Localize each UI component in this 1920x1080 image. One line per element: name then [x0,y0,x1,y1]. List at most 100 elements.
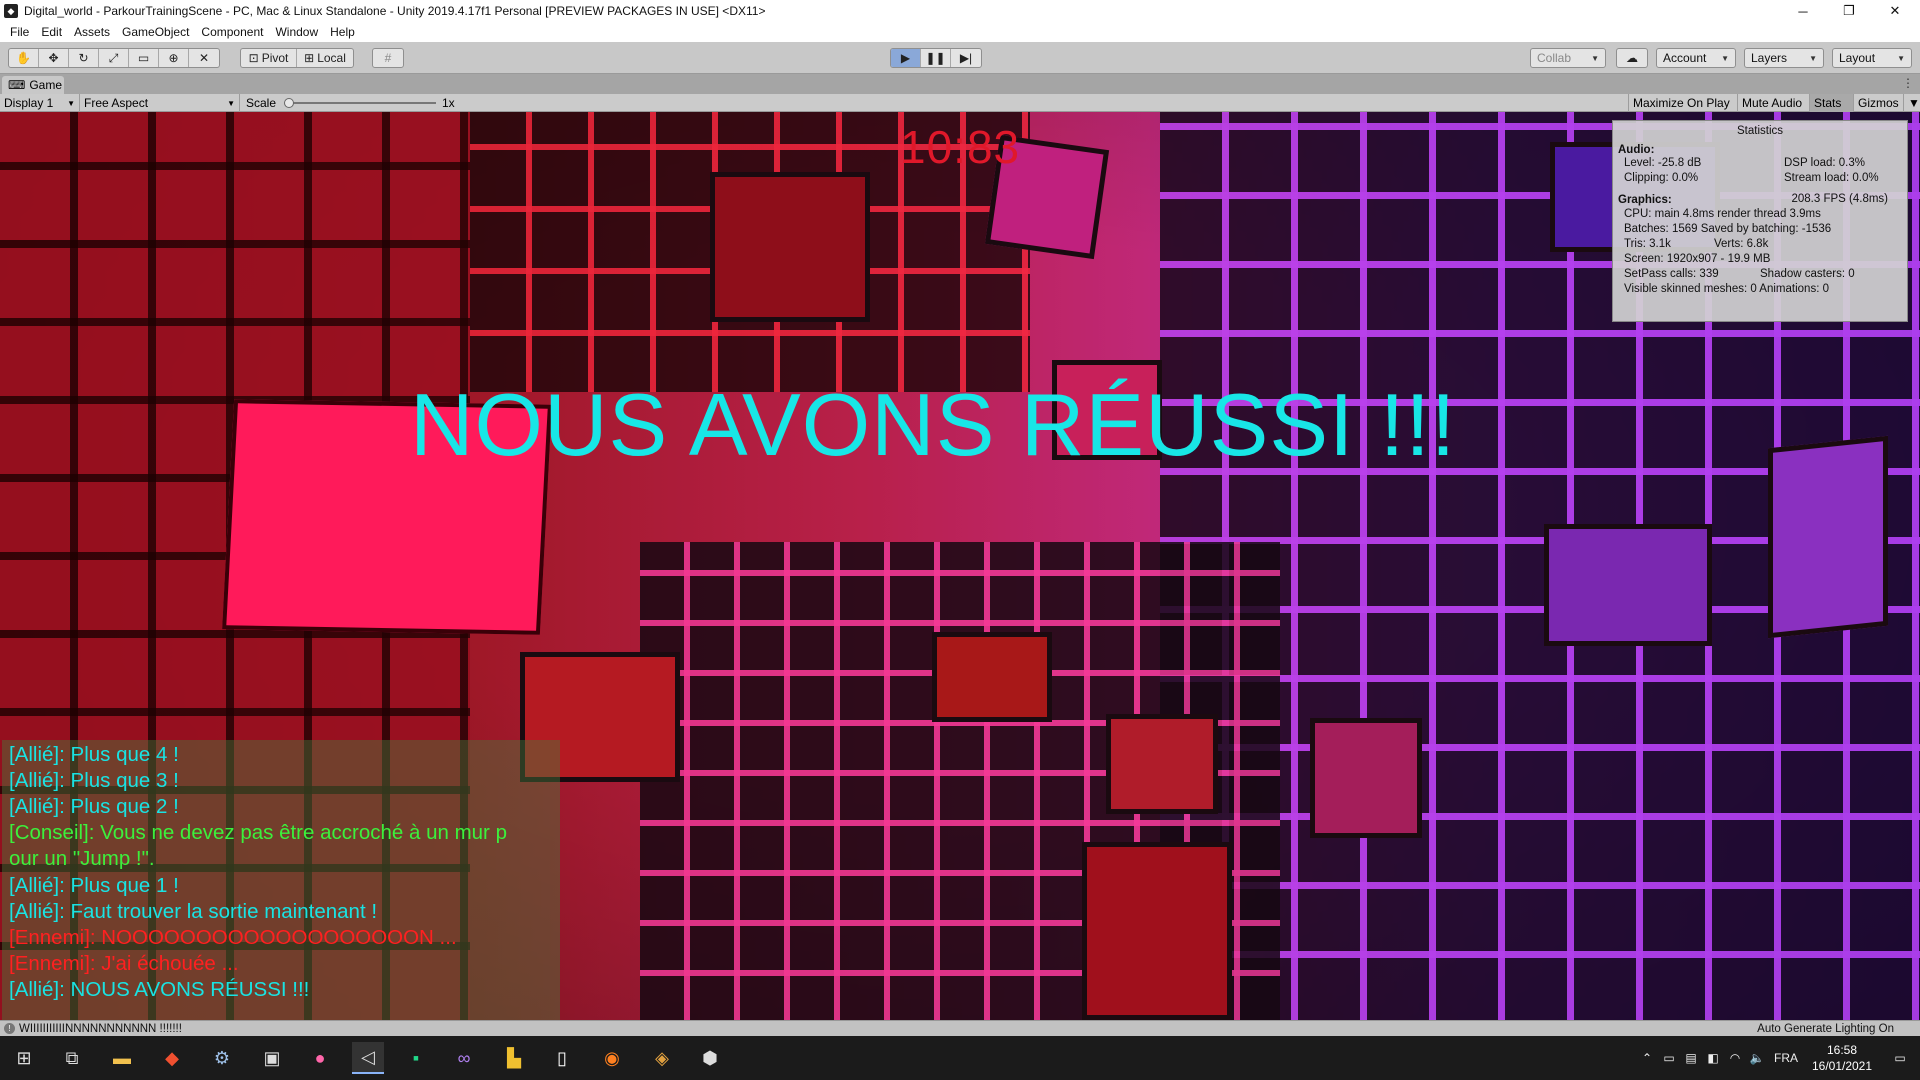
menu-window[interactable]: Window [269,25,324,39]
race-timer: 10:83 [900,121,1021,173]
menu-gameobject[interactable]: GameObject [116,25,195,39]
menu-assets[interactable]: Assets [68,25,116,39]
aspect-label: Free Aspect [84,96,149,110]
chevron-down-icon: ▼ [67,98,75,108]
info-icon: ! [4,1023,15,1034]
verts-readout: Verts: 6.8k [1714,238,1769,250]
stream-load: Stream load: 0.0% [1784,172,1879,184]
scale-slider-track[interactable] [286,102,436,104]
editor-app-icon[interactable]: ▙ [498,1042,530,1074]
account-dropdown[interactable]: Account ▼ [1656,48,1736,68]
visual-studio-icon[interactable]: ∞ [448,1042,480,1074]
collab-dropdown[interactable]: Collab ▼ [1530,48,1606,68]
scale-tool-icon[interactable]: ⤢ [99,49,129,67]
chat-line: our un "Jump !". [9,847,155,870]
window-title-bar: ◆ Digital_world - ParkourTrainingScene -… [0,0,1920,22]
mute-audio-toggle[interactable]: Mute Audio [1738,94,1810,112]
layout-dropdown[interactable]: Layout ▼ [1832,48,1912,68]
statistics-title: Statistics [1736,125,1783,137]
layers-dropdown[interactable]: Layers ▼ [1744,48,1824,68]
local-toggle[interactable]: ⊞ Local [297,49,353,67]
audio-section-label: Audio: [1618,144,1655,156]
document-icon[interactable]: ▯ [546,1042,578,1074]
rotate-tool-icon[interactable]: ↻ [69,49,99,67]
minimize-button[interactable]: ─ [1780,0,1826,22]
floating-cube [710,172,870,322]
battery-icon[interactable]: ◧ [1702,1051,1724,1065]
network-icon[interactable]: ▭ [1658,1051,1680,1065]
display-icon[interactable]: ▤ [1680,1051,1702,1065]
menu-help[interactable]: Help [324,25,361,39]
file-explorer-icon[interactable]: ▬ [106,1042,138,1074]
git-icon[interactable]: ◆ [156,1042,188,1074]
panel-menu-icon[interactable]: ⋮ [1902,76,1914,90]
chevron-down-icon: ▼ [1809,53,1817,63]
gamepad-icon: ⌨ [8,78,26,92]
console-message-text: WIIIIIIIIIIINNNNNNNNNNN !!!!!!! [19,1022,182,1035]
windows-taskbar: ⊞ ⧉ ▬ ◆ ⚙ ▣ ● ◁ ▪ ∞ ▙ ▯ ◉ ◈ ⬢ ⌃ ▭ ▤ ◧ ◠ … [0,1036,1920,1080]
dsp-load: DSP load: 0.3% [1784,157,1865,169]
menu-component[interactable]: Component [195,25,269,39]
unity-taskbar-icon[interactable]: ◁ [352,1042,384,1074]
step-button[interactable]: ▶| [951,49,981,67]
steam-icon[interactable]: ⚙ [206,1042,238,1074]
task-view-icon[interactable]: ⧉ [56,1042,88,1074]
menu-file[interactable]: File [4,25,35,39]
stats-toggle[interactable]: Stats [1810,94,1854,112]
scale-slider-handle[interactable] [284,98,294,108]
clock-date: 16/01/2021 [1811,1059,1873,1073]
volume-icon[interactable]: 🔈 [1746,1051,1768,1065]
pycharm-icon[interactable]: ▪ [400,1042,432,1074]
move-tool-icon[interactable]: ✥ [39,49,69,67]
gizmos-toggle[interactable]: Gizmos [1854,94,1904,112]
grid-snap-icon[interactable]: # [373,49,403,67]
floating-cube [1106,714,1218,814]
maximize-on-play-toggle[interactable]: Maximize On Play [1628,94,1738,112]
layers-label: Layers [1751,51,1788,65]
notifications-icon[interactable]: ▭ [1880,1051,1920,1065]
wifi-icon[interactable]: ◠ [1724,1051,1746,1065]
status-bar: ! WIIIIIIIIIIINNNNNNNNNNN !!!!!!! Auto G… [0,1020,1920,1036]
gizmos-chevron-icon[interactable]: ▼ [1904,94,1920,112]
system-tray: ⌃ ▭ ▤ ◧ ◠ 🔈 FRA 16:58 16/01/2021 ▭ [1636,1036,1920,1080]
custom-tool-icon[interactable]: ✕ [189,49,219,67]
chevron-up-icon[interactable]: ⌃ [1636,1051,1658,1065]
aspect-dropdown[interactable]: Free Aspect ▼ [80,94,240,112]
chevron-down-icon: ▼ [1897,53,1905,63]
floating-cube [932,632,1052,722]
stats-row: SetPass calls: 339 Shadow casters: 0 [1618,267,1902,282]
close-button[interactable]: ✕ [1872,0,1918,22]
chat-line: [Ennemi]: NOOOOOOOOOOOOOOOOOOON ... [9,926,457,949]
batches-readout: Batches: 1569 Saved by batching: -1536 [1624,223,1832,235]
pivot-label: Pivot [261,51,289,65]
rect-tool-icon[interactable]: ▭ [129,49,159,67]
chat-line: [Allié]: Plus que 2 ! [9,795,179,818]
menu-edit[interactable]: Edit [35,25,68,39]
game-viewport[interactable]: 10:83 NOUS AVONS RÉUSSI !!! Statistics A… [0,112,1920,1020]
clock[interactable]: 16:58 16/01/2021 [1804,1042,1880,1074]
audio-clipping: Clipping: 0.0% [1624,172,1699,184]
unity-hub-icon[interactable]: ⬢ [694,1042,726,1074]
firefox-icon[interactable]: ◉ [596,1042,628,1074]
floating-cube [1768,435,1888,639]
language-indicator[interactable]: FRA [1768,1051,1804,1065]
windows-start-icon[interactable]: ⊞ [8,1042,40,1074]
chevron-down-icon: ▼ [1591,53,1599,63]
play-button[interactable]: ▶ [891,49,921,67]
console-message[interactable]: ! WIIIIIIIIIIINNNNNNNNNNN !!!!!!! [4,1023,182,1035]
hand-tool-icon[interactable]: ✋ [9,49,39,67]
gitkraken-icon[interactable]: ◈ [646,1042,678,1074]
scale-label: Scale [246,96,277,110]
pause-button[interactable]: ❚❚ [921,49,951,67]
skinned-meshes-readout: Visible skinned meshes: 0 Animations: 0 [1624,283,1829,295]
cloud-group: ☁ [1616,48,1648,68]
chat-line: [Ennemi]: J'ai échouée ... [9,952,239,975]
display-dropdown[interactable]: Display 1 ▼ [0,94,80,112]
transform-tool-icon[interactable]: ⊕ [159,49,189,67]
cloud-icon[interactable]: ☁ [1617,49,1647,67]
pivot-toggle[interactable]: ⊡ Pivot [241,49,297,67]
osu-icon[interactable]: ● [304,1042,336,1074]
restore-button[interactable]: ❐ [1826,0,1872,22]
tab-game[interactable]: ⌨ Game [2,76,64,94]
tools-app-icon[interactable]: ▣ [256,1042,288,1074]
